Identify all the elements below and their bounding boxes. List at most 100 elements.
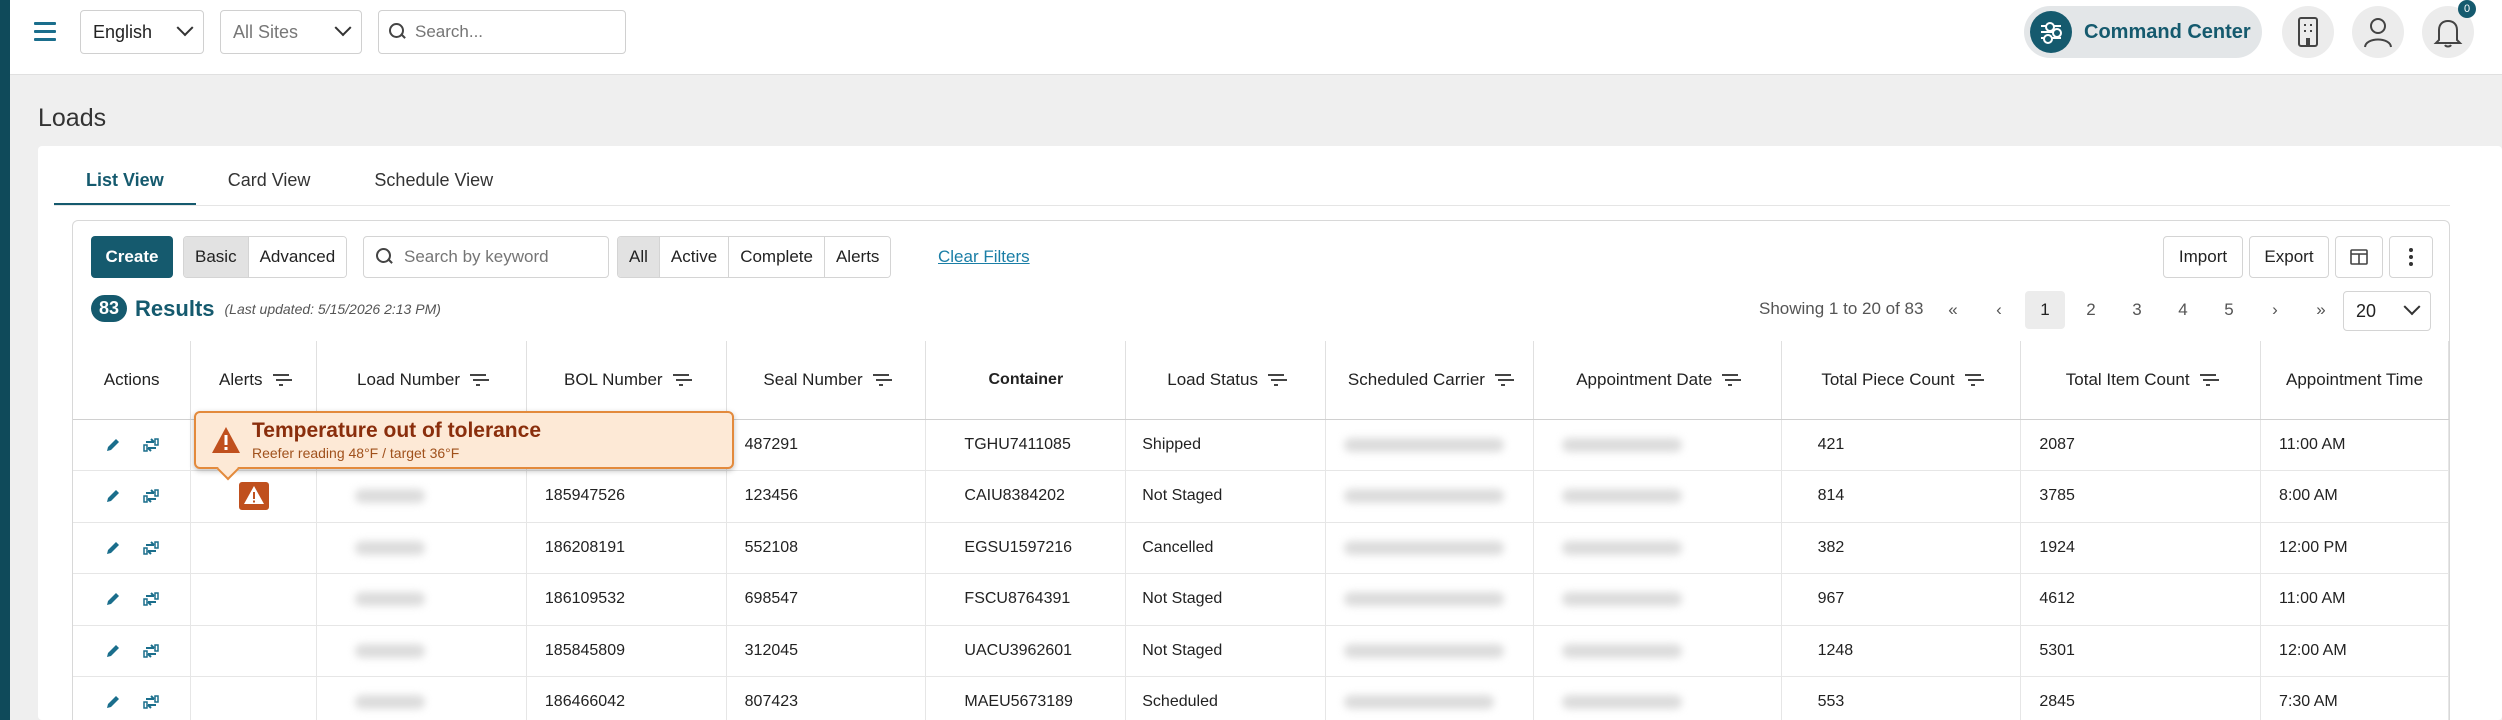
first-page-icon[interactable]: « [1933,291,1973,329]
row-total-piece-count: 967 [1781,573,2022,626]
create-button[interactable]: Create [91,236,173,278]
row-actions [73,470,192,523]
row-total-item-count: 5301 [2020,625,2262,677]
edit-pencil-icon[interactable] [104,693,122,711]
page-3-button[interactable]: 3 [2117,291,2157,329]
keyword-search-input[interactable] [404,247,604,267]
col-scheduled-carrier[interactable]: Scheduled Carrier [1325,341,1534,420]
table-row[interactable]: 185845809 312045 UACU3962601 Not Staged 1248… [73,625,2449,677]
results-summary: 83 Results (Last updated: 5/15/2026 2:13… [91,295,441,322]
import-button[interactable]: Import [2163,236,2243,278]
edit-pencil-icon[interactable] [104,642,122,660]
alert-subtitle: Reefer reading 48°F / target 36°F [252,445,460,461]
filter-complete[interactable]: Complete [729,237,825,277]
table-row[interactable]: 186466042 807423 MAEU5673189 Scheduled 553 28… [73,676,2449,720]
filter-all[interactable]: All [618,237,660,277]
row-container: UACU3962601 [925,625,1127,677]
filter-icon[interactable] [872,374,889,387]
page-4-button[interactable]: 4 [2163,291,2203,329]
chevron-down-icon [334,19,352,37]
col-load-status[interactable]: Load Status [1125,341,1326,420]
site-value: All Sites [233,21,299,42]
user-account-button[interactable] [2352,6,2404,58]
col-actions: Actions [73,341,192,420]
language-select[interactable]: English [80,10,204,54]
tab-schedule-view[interactable]: Schedule View [342,158,525,206]
transfer-icon[interactable] [142,539,160,557]
filter-icon[interactable] [672,374,689,387]
transfer-icon[interactable] [142,693,160,711]
transfer-icon[interactable] [142,436,160,454]
row-alert-cell [190,470,318,523]
filter-active[interactable]: Active [659,237,730,277]
filter-icon[interactable] [272,374,289,387]
transfer-icon[interactable] [142,590,160,608]
col-total-piece-count[interactable]: Total Piece Count [1781,341,2022,420]
alert-warning-icon[interactable] [238,482,269,511]
row-total-piece-count: 553 [1781,676,2022,720]
prev-page-icon[interactable]: ‹ [1979,291,2019,329]
command-center-button[interactable]: Command Center [2024,6,2262,58]
row-container: FSCU8764391 [925,573,1127,626]
row-actions [73,522,192,574]
pagination: « ‹ 1 2 3 4 5 › » [1933,291,2347,329]
row-load-number [316,522,527,574]
table-row[interactable]: 186109532 698547 FSCU8764391 Not Staged 967 4… [73,573,2449,626]
next-page-icon[interactable]: › [2255,291,2295,329]
clear-filters-link[interactable]: Clear Filters [938,247,1030,267]
transfer-icon[interactable] [142,642,160,660]
site-select[interactable]: All Sites [220,10,362,54]
filter-icon[interactable] [2199,374,2216,387]
edit-pencil-icon[interactable] [104,436,122,454]
row-appointment-time: 8:00 AM [2260,470,2449,523]
page-2-button[interactable]: 2 [2071,291,2111,329]
tab-card-view[interactable]: Card View [196,158,343,206]
page-size-select[interactable]: 20 [2343,291,2431,331]
kebab-menu-icon [2409,248,2413,266]
col-load-number[interactable]: Load Number [316,341,527,420]
col-bol-number[interactable]: BOL Number [526,341,727,420]
page-5-button[interactable]: 5 [2209,291,2249,329]
edit-pencil-icon[interactable] [104,590,122,608]
row-load-status: Not Staged [1125,573,1326,626]
filter-icon[interactable] [1964,374,1981,387]
row-scheduled-carrier [1325,419,1534,471]
row-alert-cell [190,573,318,626]
last-page-icon[interactable]: » [2301,291,2341,329]
filter-icon[interactable] [1494,374,1511,387]
hamburger-menu-icon[interactable] [30,17,62,47]
table-row[interactable]: 185947526 123456 CAIU8384202 Not Staged 814 3… [73,470,2449,523]
keyword-search[interactable] [363,236,609,278]
col-container[interactable]: Container [925,341,1127,420]
building-button[interactable] [2282,6,2334,58]
export-button[interactable]: Export [2249,236,2329,278]
col-appointment-date[interactable]: Appointment Date [1533,341,1782,420]
more-options-button[interactable] [2389,236,2433,278]
table-row[interactable]: 186208191 552108 EGSU1597216 Cancelled 382 19… [73,522,2449,574]
transfer-icon[interactable] [142,487,160,505]
notifications-button[interactable]: 0 [2422,0,2476,58]
col-total-item-count[interactable]: Total Item Count [2020,341,2262,420]
row-container: CAIU8384202 [925,470,1127,523]
row-actions [73,419,192,471]
global-search[interactable] [378,10,626,54]
edit-pencil-icon[interactable] [104,487,122,505]
advanced-mode-button[interactable]: Advanced [248,237,347,277]
row-appointment-time: 11:00 AM [2260,573,2449,626]
column-layout-button[interactable] [2335,236,2383,278]
col-appointment-time[interactable]: Appointment Time [2260,341,2449,420]
row-seal-number: 487291 [726,419,927,471]
global-search-input[interactable] [415,22,615,42]
filter-icon[interactable] [1267,374,1284,387]
col-seal-number[interactable]: Seal Number [726,341,927,420]
row-load-status: Cancelled [1125,522,1326,574]
page-1-button[interactable]: 1 [2025,291,2065,329]
tab-list-view[interactable]: List View [54,158,196,206]
filter-alerts[interactable]: Alerts [824,237,891,277]
filter-icon[interactable] [1722,374,1739,387]
basic-mode-button[interactable]: Basic [184,237,249,277]
row-bol-number: 186109532 [526,573,727,626]
col-alerts[interactable]: Alerts [190,341,318,420]
edit-pencil-icon[interactable] [104,539,122,557]
filter-icon[interactable] [470,374,487,387]
